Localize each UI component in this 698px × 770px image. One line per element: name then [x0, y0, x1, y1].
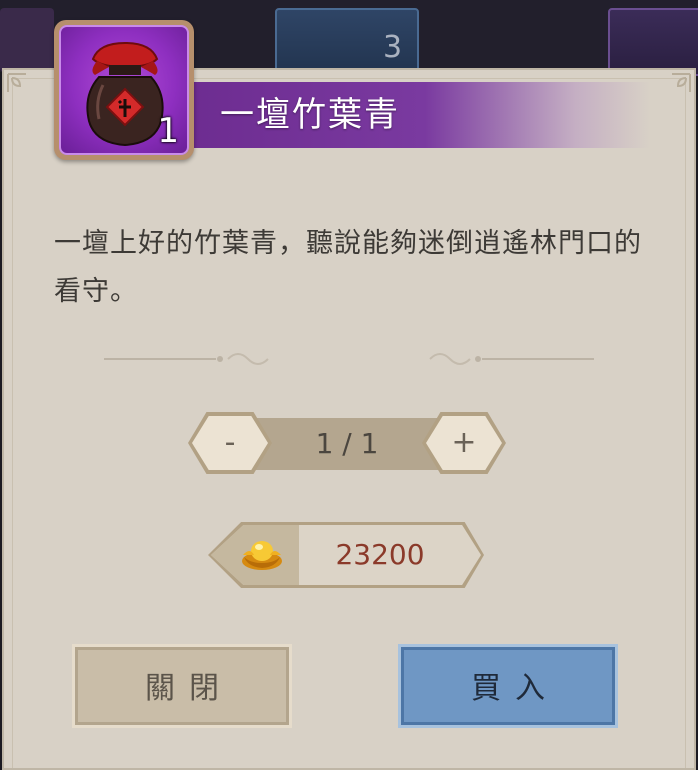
buy-button-label: 買入: [471, 671, 559, 706]
ornamental-divider: [104, 353, 594, 365]
minus-label: -: [192, 416, 268, 470]
item-description: 一壇上好的竹葉青，聽說能夠迷倒逍遙林門口的看守。: [54, 228, 642, 307]
corner-ornament-icon: [672, 73, 691, 92]
background-item-slot: [608, 8, 698, 76]
plus-label: +: [426, 416, 502, 470]
item-title: 一壇竹葉青: [220, 95, 400, 135]
item-quantity-badge: 1: [157, 111, 179, 151]
background-item-slot: [0, 8, 54, 72]
price-amount: 23200: [335, 538, 425, 571]
close-button[interactable]: 關閉: [72, 644, 292, 728]
close-button-label: 關閉: [145, 671, 233, 706]
gold-ingot-icon: [242, 541, 282, 570]
item-icon-frame: 1: [54, 20, 194, 160]
item-icon-background: 1: [59, 25, 189, 155]
buy-button[interactable]: 買入: [398, 644, 618, 728]
corner-ornament-icon: [7, 73, 26, 92]
background-slot-count: 3: [383, 30, 403, 65]
